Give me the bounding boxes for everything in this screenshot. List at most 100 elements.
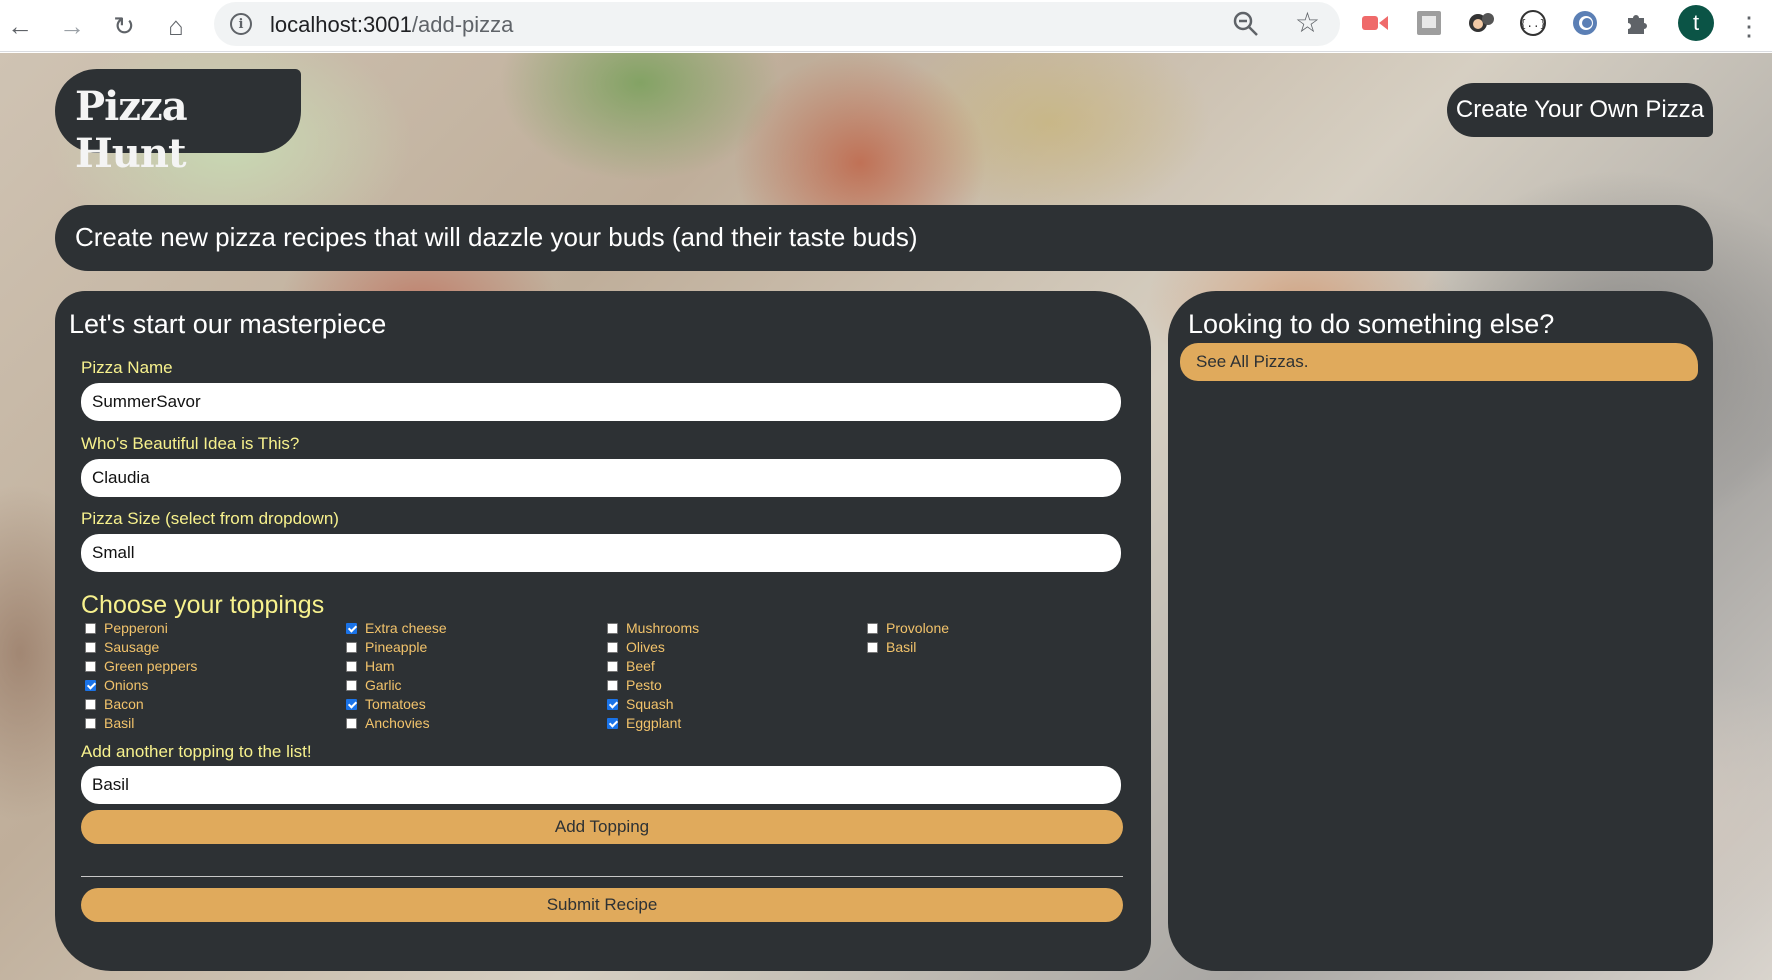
topping-label: Ham bbox=[365, 658, 395, 674]
topping-checkbox-item[interactable]: Beef bbox=[607, 657, 655, 675]
topping-label: Onions bbox=[104, 677, 149, 693]
url-path: /add-pizza bbox=[411, 12, 514, 37]
extensions-puzzle-icon[interactable] bbox=[1622, 8, 1652, 38]
logo-text: Pizza Hunt bbox=[75, 83, 188, 177]
topping-label: Beef bbox=[626, 658, 655, 674]
topping-checkbox-item[interactable]: Eggplant bbox=[607, 714, 681, 732]
bookmark-star-icon[interactable]: ☆ bbox=[1295, 6, 1320, 39]
topping-label: Basil bbox=[104, 715, 135, 731]
forward-arrow-icon[interactable]: → bbox=[52, 6, 92, 46]
topping-label: Pepperoni bbox=[104, 620, 168, 636]
topping-checkbox-item[interactable]: Mushrooms bbox=[607, 619, 699, 637]
topping-checkbox-item[interactable]: Green peppers bbox=[85, 657, 197, 675]
extension-blue-circle-icon[interactable] bbox=[1570, 8, 1600, 38]
topping-checkbox-item[interactable]: Olives bbox=[607, 638, 665, 656]
topping-checkbox[interactable] bbox=[85, 698, 96, 710]
pizza-name-input[interactable]: SummerSavor bbox=[81, 383, 1121, 421]
topping-checkbox-item[interactable]: Pepperoni bbox=[85, 619, 168, 637]
topping-label: Pesto bbox=[626, 677, 662, 693]
see-all-pizzas-button[interactable]: See All Pizzas. bbox=[1180, 343, 1698, 381]
topping-checkbox-item[interactable]: Sausage bbox=[85, 638, 159, 656]
home-icon[interactable]: ⌂ bbox=[156, 6, 196, 46]
topping-label: Garlic bbox=[365, 677, 402, 693]
avatar-letter: t bbox=[1692, 10, 1700, 35]
submit-recipe-button[interactable]: Submit Recipe bbox=[81, 888, 1123, 922]
topping-label: Mushrooms bbox=[626, 620, 700, 636]
extension-video-icon[interactable] bbox=[1360, 8, 1390, 38]
topping-checkbox[interactable] bbox=[607, 717, 618, 729]
new-topping-value: Basil bbox=[92, 775, 129, 794]
topping-checkbox[interactable] bbox=[867, 622, 878, 634]
pizza-form-card: Let's start our masterpiece Pizza Name S… bbox=[55, 291, 1151, 971]
pizza-size-value: Small bbox=[92, 543, 135, 562]
sidebar-card: Looking to do something else? See All Pi… bbox=[1168, 291, 1713, 971]
extension-avatar-icon[interactable] bbox=[1466, 8, 1496, 38]
topping-label: Bacon bbox=[104, 696, 144, 712]
topping-checkbox[interactable] bbox=[346, 679, 357, 691]
site-info-icon[interactable]: i bbox=[230, 13, 252, 35]
topping-checkbox[interactable] bbox=[607, 698, 618, 710]
topping-checkbox[interactable] bbox=[607, 660, 618, 672]
topping-checkbox-item[interactable]: Squash bbox=[607, 695, 673, 713]
topping-checkbox-item[interactable]: Garlic bbox=[346, 676, 402, 694]
topping-checkbox-item[interactable]: Extra cheese bbox=[346, 619, 447, 637]
page-background: Pizza Hunt Create Your Own Pizza Create … bbox=[0, 53, 1772, 980]
topping-checkbox-item[interactable]: Pineapple bbox=[346, 638, 427, 656]
pizza-size-select[interactable]: Small bbox=[81, 534, 1121, 572]
topping-checkbox-item[interactable]: Pesto bbox=[607, 676, 662, 694]
new-topping-input[interactable]: Basil bbox=[81, 766, 1121, 804]
topping-label: Basil bbox=[886, 639, 917, 655]
topping-checkbox[interactable] bbox=[85, 679, 96, 691]
svg-text:{..}: {..} bbox=[1520, 17, 1547, 30]
back-arrow-icon[interactable]: ← bbox=[0, 6, 40, 46]
topping-checkbox[interactable] bbox=[346, 717, 357, 729]
topping-checkbox[interactable] bbox=[85, 641, 96, 653]
reload-icon[interactable]: ↻ bbox=[104, 6, 144, 46]
topping-checkbox-item[interactable]: Basil bbox=[85, 714, 134, 732]
pizza-name-value: SummerSavor bbox=[92, 392, 201, 411]
topping-checkbox[interactable] bbox=[607, 622, 618, 634]
topping-checkbox[interactable] bbox=[346, 660, 357, 672]
url-host: localhost:3001 bbox=[270, 12, 412, 37]
topping-checkbox-item[interactable]: Ham bbox=[346, 657, 395, 675]
add-topping-button[interactable]: Add Topping bbox=[81, 810, 1123, 844]
extension-note-icon[interactable] bbox=[1414, 8, 1444, 38]
topping-checkbox[interactable] bbox=[85, 660, 96, 672]
browser-menu-icon[interactable]: ⋮ bbox=[1734, 6, 1764, 46]
topping-checkbox-item[interactable]: Provolone bbox=[867, 619, 949, 637]
topping-label: Olives bbox=[626, 639, 665, 655]
topping-checkbox-item[interactable]: Onions bbox=[85, 676, 148, 694]
url-text[interactable]: localhost:3001/add-pizza bbox=[270, 12, 513, 38]
topping-checkbox-item[interactable]: Anchovies bbox=[346, 714, 430, 732]
topping-checkbox-item[interactable]: Tomatoes bbox=[346, 695, 426, 713]
topping-label: Green peppers bbox=[104, 658, 198, 674]
creator-input[interactable]: Claudia bbox=[81, 459, 1121, 497]
profile-avatar[interactable]: t bbox=[1678, 5, 1714, 41]
pizza-size-label: Pizza Size (select from dropdown) bbox=[81, 509, 339, 528]
topping-checkbox[interactable] bbox=[85, 622, 96, 634]
topping-checkbox[interactable] bbox=[346, 641, 357, 653]
form-divider bbox=[81, 876, 1123, 877]
topping-checkbox[interactable] bbox=[607, 641, 618, 653]
new-topping-label: Add another topping to the list! bbox=[81, 742, 312, 761]
browser-toolbar: ← → ↻ ⌂ i localhost:3001/add-pizza ☆ {..… bbox=[0, 0, 1772, 52]
logo[interactable]: Pizza Hunt bbox=[55, 69, 301, 177]
topping-label: Provolone bbox=[886, 620, 950, 636]
extension-json-icon[interactable]: {..} bbox=[1518, 8, 1548, 38]
topping-label: Tomatoes bbox=[365, 696, 426, 712]
topping-checkbox-item[interactable]: Basil bbox=[867, 638, 916, 656]
creator-value: Claudia bbox=[92, 468, 150, 487]
topping-checkbox[interactable] bbox=[85, 717, 96, 729]
topping-label: Squash bbox=[626, 696, 674, 712]
zoom-icon[interactable] bbox=[1232, 10, 1260, 38]
topping-checkbox[interactable] bbox=[346, 622, 357, 634]
topping-label: Eggplant bbox=[626, 715, 682, 731]
topping-checkbox[interactable] bbox=[867, 641, 878, 653]
pizza-name-label: Pizza Name bbox=[81, 358, 173, 377]
topping-checkbox[interactable] bbox=[346, 698, 357, 710]
create-pizza-nav-button[interactable]: Create Your Own Pizza bbox=[1447, 83, 1713, 137]
topping-label: Pineapple bbox=[365, 639, 428, 655]
address-bar[interactable]: i localhost:3001/add-pizza ☆ bbox=[214, 2, 1340, 46]
topping-checkbox-item[interactable]: Bacon bbox=[85, 695, 144, 713]
topping-checkbox[interactable] bbox=[607, 679, 618, 691]
